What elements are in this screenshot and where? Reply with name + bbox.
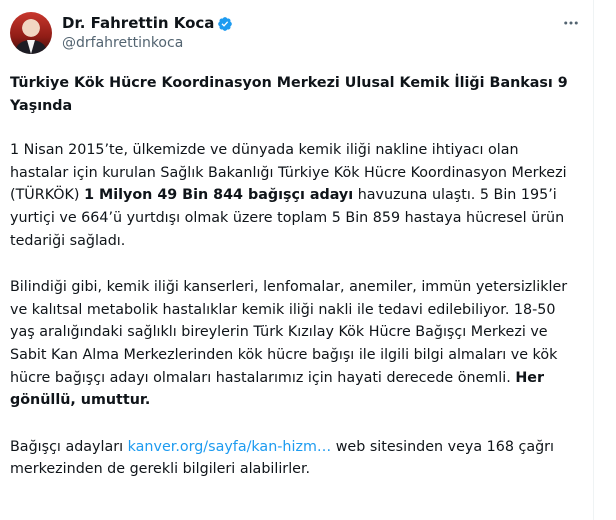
p2-text-a: Bilindiği gibi, kemik iliği kanserleri, … <box>10 279 568 386</box>
author-identity: Dr. Fahrettin Koca @drfahrettinkoca <box>62 14 233 52</box>
author-handle[interactable]: @drfahrettinkoca <box>62 34 233 52</box>
p3-text-a: Bağışçı adayları <box>10 438 128 455</box>
p1-bold: 1 Milyon 49 Bin 844 bağışçı adayı <box>84 187 354 204</box>
kanver-link[interactable]: kanver.org/sayfa/kan-hizm… <box>128 439 332 455</box>
tweet-paragraph-2: Bilindiği gibi, kemik iliği kanserleri, … <box>10 276 570 412</box>
avatar[interactable] <box>10 12 52 54</box>
tweet-header: Dr. Fahrettin Koca @drfahrettinkoca <box>10 10 233 56</box>
timeline-border <box>593 0 594 520</box>
author-name-row: Dr. Fahrettin Koca <box>62 14 233 33</box>
tweet-paragraph-1: 1 Nisan 2015’te, ülkemizde ve dünyada ke… <box>10 139 570 252</box>
tweet-title: Türkiye Kök Hücre Koordinasyon Merkezi U… <box>10 75 568 114</box>
verified-badge-icon <box>217 16 233 32</box>
tweet-paragraph-3: Bağışçı adayları kanver.org/sayfa/kan-hi… <box>10 436 570 481</box>
more-options-icon[interactable] <box>562 14 580 32</box>
tweet-card: Dr. Fahrettin Koca @drfahrettinkoca Türk… <box>0 0 616 520</box>
tweet-text: Türkiye Kök Hücre Koordinasyon Merkezi U… <box>10 72 570 481</box>
author-name[interactable]: Dr. Fahrettin Koca <box>62 14 214 33</box>
